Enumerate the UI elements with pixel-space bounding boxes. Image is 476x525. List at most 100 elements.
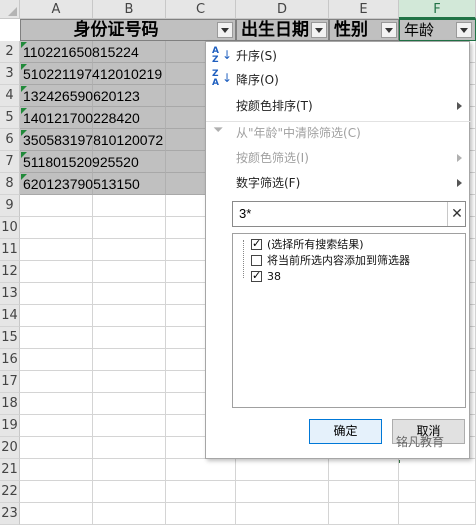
grid-cell[interactable] (20, 217, 93, 239)
menu-clear-filter[interactable]: 从"年龄"中清除筛选(C) (236, 123, 361, 143)
grid-cell[interactable] (93, 239, 166, 261)
row-header[interactable]: 19 (0, 415, 20, 437)
grid-cell[interactable] (93, 261, 166, 283)
id-number-cell[interactable]: 350583197810120072 (21, 129, 207, 151)
row-header[interactable]: 17 (0, 371, 20, 393)
menu-filter-by-color[interactable]: 按颜色筛选(I) (236, 148, 309, 168)
grid-cell[interactable] (93, 371, 166, 393)
filter-dropdown-gender[interactable] (381, 22, 397, 38)
filter-dropdown-birth-date[interactable] (311, 22, 327, 38)
filter-search-input[interactable]: 3* (239, 202, 251, 226)
row-header[interactable]: 5 (0, 107, 20, 129)
grid-cell[interactable] (93, 503, 166, 525)
grid-cell[interactable] (20, 415, 93, 437)
column-header-d[interactable]: D (236, 0, 329, 19)
row-header[interactable]: 8 (0, 173, 20, 195)
grid-cell[interactable] (399, 459, 476, 481)
grid-cell[interactable] (20, 261, 93, 283)
filter-values-list[interactable]: (选择所有搜索结果) 将当前所选内容添加到筛选器 38 (232, 233, 466, 408)
grid-cell[interactable] (93, 481, 166, 503)
id-number-cell[interactable]: 140121700228420 (21, 107, 207, 129)
grid-cell[interactable] (20, 239, 93, 261)
row-header[interactable]: 20 (0, 437, 20, 459)
filter-dropdown-age[interactable] (456, 22, 472, 38)
grid-cell[interactable] (166, 503, 236, 525)
row-header[interactable]: 4 (0, 85, 20, 107)
grid-cell[interactable] (399, 481, 476, 503)
grid-cell[interactable] (329, 503, 399, 525)
grid-cell[interactable] (399, 503, 476, 525)
column-header-a[interactable]: A (20, 0, 93, 19)
grid-cell[interactable] (329, 459, 399, 481)
select-all-corner[interactable] (0, 0, 20, 19)
filter-dropdown-id-number[interactable] (217, 22, 233, 38)
grid-cell[interactable] (93, 459, 166, 481)
column-header-e[interactable]: E (329, 0, 399, 19)
grid-cell[interactable] (236, 481, 329, 503)
add-to-filter-label: 将当前所选内容添加到筛选器 (267, 254, 410, 267)
grid-cell[interactable] (166, 459, 236, 481)
grid-cell[interactable] (20, 371, 93, 393)
id-number-cell[interactable]: 132426590620123 (21, 85, 207, 107)
row-header[interactable]: 3 (0, 63, 20, 85)
grid-cell[interactable] (236, 503, 329, 525)
value-38-label: 38 (267, 270, 281, 283)
row-header[interactable]: 18 (0, 393, 20, 415)
grid-cell[interactable] (20, 349, 93, 371)
ok-button[interactable]: 确定 (309, 419, 382, 444)
grid-cell[interactable] (236, 459, 329, 481)
id-number-cell[interactable]: 110221650815224 (21, 41, 207, 63)
grid-cell[interactable] (20, 305, 93, 327)
row-header[interactable]: 6 (0, 129, 20, 151)
grid-cell[interactable] (93, 217, 166, 239)
id-number-cell[interactable]: 510221197412010219 (21, 63, 207, 85)
row-header[interactable]: 9 (0, 195, 20, 217)
grid-cell[interactable] (93, 415, 166, 437)
row-header[interactable]: 22 (0, 481, 20, 503)
menu-sort-by-color[interactable]: 按颜色排序(T) (236, 96, 313, 116)
row-header[interactable]: 14 (0, 305, 20, 327)
menu-sort-descending[interactable]: 降序(O) (236, 70, 279, 90)
row-header[interactable]: 7 (0, 151, 20, 173)
row-header[interactable]: 11 (0, 239, 20, 261)
grid-cell[interactable] (20, 283, 93, 305)
column-header-b[interactable]: B (93, 0, 166, 19)
grid-cell[interactable] (20, 327, 93, 349)
grid-cell[interactable] (93, 327, 166, 349)
submenu-arrow-icon (457, 154, 462, 162)
value-38-checkbox[interactable] (251, 269, 262, 282)
row-header[interactable]: 13 (0, 283, 20, 305)
select-all-results-checkbox[interactable] (251, 237, 262, 250)
filter-search-box[interactable]: 3* ✕ (232, 201, 466, 227)
row-header[interactable]: 10 (0, 217, 20, 239)
grid-cell[interactable] (93, 349, 166, 371)
id-number-cell[interactable]: 620123790513150 (21, 173, 207, 195)
menu-sort-ascending[interactable]: 升序(S) (236, 46, 277, 66)
clear-search-button[interactable]: ✕ (447, 202, 466, 226)
grid-cell[interactable] (93, 195, 166, 217)
grid-cell[interactable] (329, 481, 399, 503)
grid-cell[interactable] (93, 437, 166, 459)
row-header[interactable]: 21 (0, 459, 20, 481)
grid-cell[interactable] (93, 305, 166, 327)
column-header-f[interactable]: F (399, 0, 476, 19)
column-header-c[interactable]: C (166, 0, 236, 19)
grid-cell[interactable] (166, 481, 236, 503)
row-header[interactable]: 15 (0, 327, 20, 349)
id-number-cell[interactable]: 511801520925520 (21, 151, 207, 173)
row-header[interactable]: 16 (0, 349, 20, 371)
grid-cell[interactable] (20, 481, 93, 503)
grid-cell[interactable] (20, 195, 93, 217)
row-header[interactable]: 2 (0, 41, 20, 63)
row-header[interactable]: 12 (0, 261, 20, 283)
add-to-filter-checkbox[interactable] (251, 255, 262, 266)
grid-cell[interactable] (20, 437, 93, 459)
grid-cell[interactable] (93, 393, 166, 415)
grid-cell[interactable] (93, 283, 166, 305)
header-id-number[interactable]: 身份证号码 (20, 19, 236, 41)
grid-cell[interactable] (20, 503, 93, 525)
row-header[interactable]: 23 (0, 503, 20, 525)
grid-cell[interactable] (20, 459, 93, 481)
menu-number-filters[interactable]: 数字筛选(F) (236, 173, 300, 193)
grid-cell[interactable] (20, 393, 93, 415)
